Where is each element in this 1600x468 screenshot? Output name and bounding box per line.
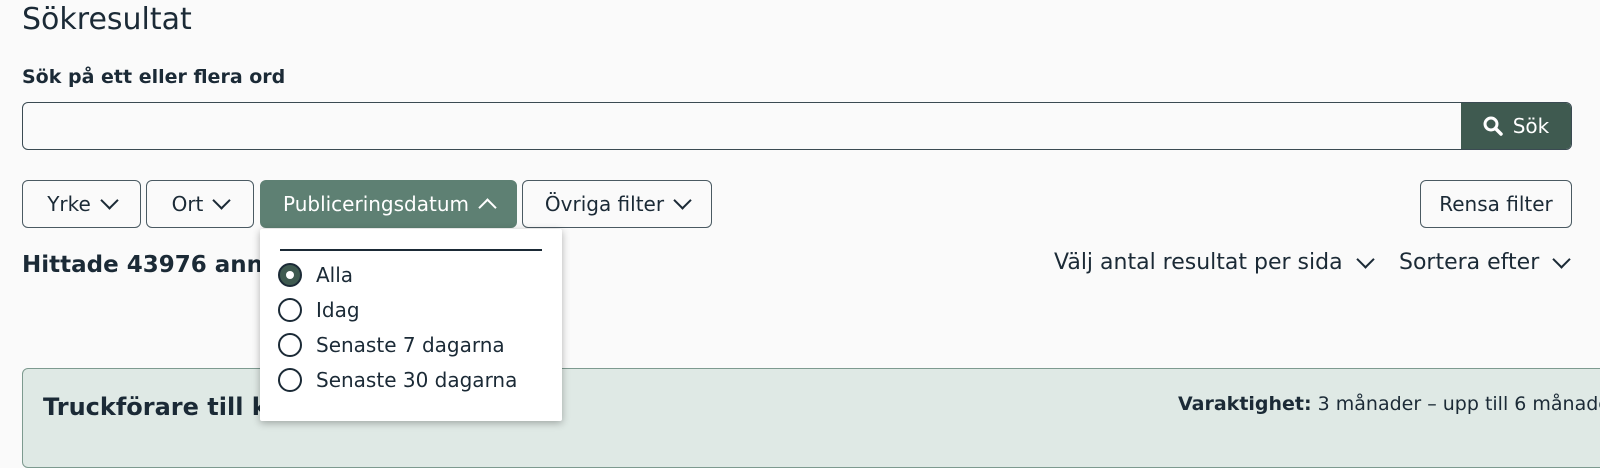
job-listing-card[interactable]: Truckförare till ku Varaktighet: 3 månad… xyxy=(22,368,1600,468)
filter-yrke-label: Yrke xyxy=(47,192,91,216)
filter-publiceringsdatum-button[interactable]: Publiceringsdatum xyxy=(260,180,517,228)
filter-yrke-button[interactable]: Yrke xyxy=(22,180,141,228)
clear-filters-button[interactable]: Rensa filter xyxy=(1420,180,1572,228)
date-option-30-days[interactable]: Senaste 30 dagarna xyxy=(278,368,517,392)
date-option-label: Idag xyxy=(316,298,360,322)
per-page-label: Välj antal resultat per sida xyxy=(1054,250,1343,275)
filter-publiceringsdatum-label: Publiceringsdatum xyxy=(282,192,469,216)
search-label: Sök på ett eller flera ord xyxy=(22,66,286,88)
date-option-label: Senaste 7 dagarna xyxy=(316,333,505,357)
publiceringsdatum-dropdown: Alla Idag Senaste 7 dagarna Senaste 30 d… xyxy=(260,229,562,421)
filter-ovriga-button[interactable]: Övriga filter xyxy=(522,180,712,228)
search-icon xyxy=(1483,116,1503,136)
search-input[interactable] xyxy=(23,103,1463,148)
sort-label: Sortera efter xyxy=(1399,250,1540,275)
radio-checked-icon[interactable] xyxy=(278,263,302,287)
per-page-selector[interactable]: Välj antal resultat per sida xyxy=(1054,249,1375,275)
radio-unchecked-icon[interactable] xyxy=(278,368,302,392)
radio-unchecked-icon[interactable] xyxy=(278,333,302,357)
chevron-down-icon xyxy=(100,191,119,210)
chevron-down-icon xyxy=(1355,249,1375,269)
result-count: Hittade 43976 anno xyxy=(22,252,279,278)
date-option-alla[interactable]: Alla xyxy=(278,263,353,287)
date-option-7-days[interactable]: Senaste 7 dagarna xyxy=(278,333,505,357)
chevron-down-icon xyxy=(1552,249,1571,269)
radio-unchecked-icon[interactable] xyxy=(278,298,302,322)
duration-label: Varaktighet: xyxy=(1178,393,1312,415)
date-option-label: Senaste 30 dagarna xyxy=(316,368,518,392)
page-title: Sökresultat xyxy=(22,2,192,37)
filter-ort-button[interactable]: Ort xyxy=(146,180,254,228)
date-option-label: Alla xyxy=(316,263,354,287)
dropdown-divider xyxy=(280,249,542,251)
filter-ort-label: Ort xyxy=(171,192,204,216)
chevron-down-icon xyxy=(673,191,692,210)
search-box: Sök xyxy=(22,102,1572,150)
chevron-down-icon xyxy=(212,191,232,210)
duration-value: 3 månader – upp till 6 månader xyxy=(1311,393,1600,415)
search-button[interactable]: Sök xyxy=(1461,103,1571,149)
job-listing-duration: Varaktighet: 3 månader – upp till 6 måna… xyxy=(1178,393,1600,415)
chevron-up-icon xyxy=(478,198,497,217)
search-button-label: Sök xyxy=(1512,114,1550,138)
date-option-idag[interactable]: Idag xyxy=(278,298,360,322)
sort-selector[interactable]: Sortera efter xyxy=(1399,249,1571,275)
job-listing-title[interactable]: Truckförare till ku xyxy=(43,393,285,421)
filter-ovriga-label: Övriga filter xyxy=(544,192,665,216)
